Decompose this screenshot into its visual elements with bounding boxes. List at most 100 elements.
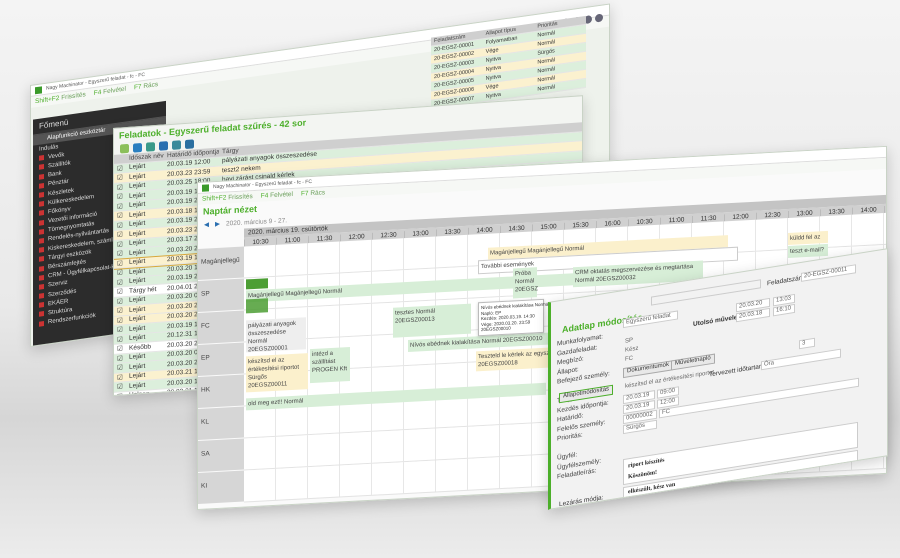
event-tooltip: Nívós ebédnek kialakítása Normál Napló: … <box>478 298 549 336</box>
checkbox[interactable]: ☑ <box>114 344 126 353</box>
checkbox[interactable]: ☑ <box>114 221 126 230</box>
menu-item-icon <box>39 164 44 171</box>
checkbox[interactable]: ☑ <box>114 354 126 363</box>
lane-label: KI <box>198 470 244 504</box>
checkbox[interactable]: ☑ <box>114 164 126 173</box>
checkbox[interactable]: ☑ <box>114 363 126 372</box>
event-block[interactable] <box>246 278 268 290</box>
event[interactable]: küldd fel az <box>788 230 828 246</box>
print-icon[interactable] <box>185 138 194 149</box>
checkbox[interactable]: ☑ <box>114 202 126 211</box>
event[interactable]: készítsd el az értékesítési riportot Sür… <box>246 353 308 393</box>
event[interactable]: teszt e-mail? <box>788 243 828 259</box>
checkbox[interactable]: ☑ <box>114 392 126 396</box>
lane-label: SA <box>198 438 244 472</box>
label: Felvétel <box>103 85 126 96</box>
duration-field[interactable]: Óra <box>761 348 841 371</box>
add-shortcut[interactable]: F4 Felvétel <box>94 86 126 98</box>
lane-label: SP <box>198 278 244 312</box>
duration-label: Tervezett időtartam: <box>709 362 767 379</box>
checkbox[interactable] <box>114 158 126 159</box>
checkbox[interactable]: ☑ <box>114 382 126 391</box>
app-logo-icon <box>35 85 42 94</box>
menu-item-icon <box>39 173 44 180</box>
checkbox[interactable]: ☑ <box>114 325 126 334</box>
refresh-shortcut[interactable]: Shift+F2 Frissítés <box>202 193 253 203</box>
key: F4 <box>93 88 102 98</box>
checkbox[interactable]: ☑ <box>114 183 126 192</box>
form-labels: Munkafolyamat: Gazdafeladat: Megbízó: Állap… <box>557 331 610 482</box>
grid-shortcut[interactable]: F7 Rács <box>134 81 158 91</box>
checkbox[interactable]: ☑ <box>114 297 126 306</box>
filter-icon[interactable] <box>146 141 155 152</box>
add-icon[interactable] <box>133 142 142 153</box>
grid-shortcut[interactable]: F7 Rács <box>301 189 325 197</box>
event[interactable]: Próba Normál 20EGSZ <box>513 267 538 299</box>
next-icon[interactable]: ▶ <box>215 220 220 228</box>
checkbox[interactable]: ☑ <box>114 335 126 344</box>
cell: Holnap <box>129 390 150 396</box>
checkbox[interactable]: ☑ <box>114 306 126 315</box>
date-range: 2020. március 9 - 27. <box>226 216 288 227</box>
menu-item-icon <box>39 265 44 272</box>
menu-item-icon <box>39 238 44 244</box>
lane-label: KL <box>198 406 244 440</box>
lane-label: FC <box>198 310 244 344</box>
checkbox[interactable]: ☑ <box>114 192 126 201</box>
menu-item-icon <box>39 283 44 290</box>
key: F4 <box>260 192 269 200</box>
checkbox[interactable]: ☑ <box>114 316 126 325</box>
last-op-label: Utolsó művelet: <box>693 313 742 329</box>
menu-item-icon <box>39 320 44 327</box>
close-mode-label: Lezárás módja: <box>559 494 604 509</box>
checkbox[interactable]: ☑ <box>114 259 126 268</box>
checkbox[interactable]: ☑ <box>114 249 126 258</box>
checkbox[interactable]: ☑ <box>114 278 126 287</box>
key: F7 <box>300 190 309 198</box>
menu-item-icon <box>39 219 44 226</box>
menu-item-icon <box>39 302 44 309</box>
menu-item-label: Bank <box>48 170 62 179</box>
menu-item-icon <box>39 293 44 299</box>
key: F7 <box>133 83 142 92</box>
time-slot: 14:30 <box>884 203 887 213</box>
event[interactable]: tesztes Normál 20EGSZ00013 <box>393 303 471 338</box>
key: Shift+F2 <box>202 194 227 203</box>
checkbox[interactable]: ☑ <box>114 211 126 220</box>
label: Frissítés <box>228 193 253 202</box>
app-logo-icon <box>202 183 209 192</box>
event-block[interactable] <box>246 298 268 314</box>
checkbox[interactable]: ☑ <box>114 173 126 182</box>
help-icon[interactable] <box>595 13 603 23</box>
menu-item-icon <box>39 192 44 198</box>
checkbox[interactable]: ☑ <box>114 373 126 382</box>
refresh-icon[interactable] <box>159 140 168 151</box>
edit-icon[interactable] <box>120 143 129 154</box>
label: Felvétel <box>270 190 293 200</box>
label: Rács <box>310 189 326 198</box>
event[interactable]: intézd a szállítást PROGEN Kft <box>310 346 350 384</box>
lane-label: EP <box>198 342 244 376</box>
lane-label: HK <box>198 374 244 408</box>
count-field[interactable]: 3 <box>799 337 815 350</box>
label: Rács <box>143 80 159 91</box>
responsible-name[interactable]: FC <box>659 377 859 419</box>
checkbox[interactable]: ☑ <box>114 268 126 277</box>
menu-item-icon <box>39 256 44 263</box>
checkbox[interactable]: ☑ <box>114 230 126 239</box>
menu-item-icon <box>39 210 44 217</box>
event[interactable]: pályázati anyagok összeszedése Normál 20… <box>246 317 306 354</box>
menu-item-icon <box>39 201 44 207</box>
key: Shift+F2 <box>35 94 60 106</box>
menu-item-icon <box>39 247 44 253</box>
prev-icon[interactable]: ◀ <box>204 220 209 228</box>
add-shortcut[interactable]: F4 Felvétel <box>261 191 293 200</box>
checkbox[interactable]: ☑ <box>114 287 126 296</box>
menu-item-icon <box>39 182 44 189</box>
menu-item-icon <box>39 274 44 281</box>
checkbox[interactable]: ☑ <box>114 240 126 249</box>
delete-icon[interactable] <box>172 139 181 150</box>
lane-label: Magánjellegű <box>198 246 244 280</box>
menu-item-icon <box>39 228 44 235</box>
task-no-field: 20-EGSZ-00011 <box>801 264 856 282</box>
